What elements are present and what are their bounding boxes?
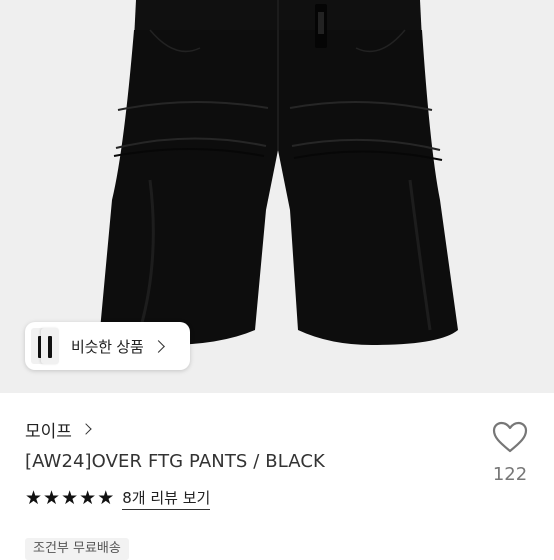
star-icon: ★ bbox=[61, 487, 79, 509]
shipping-badge: 조건부 무료배송 bbox=[25, 538, 129, 560]
similar-products-button[interactable]: 비슷한 상품 bbox=[25, 322, 190, 370]
chevron-right-icon bbox=[80, 423, 92, 435]
heart-icon bbox=[492, 421, 528, 453]
product-image[interactable]: 비슷한 상품 bbox=[0, 0, 554, 393]
reviews-link[interactable]: 8개 리뷰 보기 bbox=[122, 487, 211, 510]
rating-row: ★ ★ ★ ★ ★ 8개 리뷰 보기 bbox=[25, 486, 465, 510]
like-count: 122 bbox=[492, 464, 528, 485]
like-area: 122 bbox=[487, 420, 533, 485]
chevron-right-icon bbox=[151, 339, 165, 353]
similar-products-label: 비슷한 상품 bbox=[71, 337, 144, 356]
star-icon: ★ bbox=[79, 487, 97, 509]
product-info: 모이프 [AW24]OVER FTG PANTS / BLACK ★ ★ ★ ★… bbox=[25, 415, 465, 510]
brand-name: 모이프 bbox=[25, 421, 72, 442]
product-title: [AW24]OVER FTG PANTS / BLACK bbox=[25, 451, 325, 472]
rating-stars: ★ ★ ★ ★ ★ bbox=[25, 488, 114, 508]
brand-link[interactable]: 모이프 bbox=[25, 415, 465, 443]
like-button[interactable] bbox=[487, 420, 533, 458]
star-icon: ★ bbox=[43, 487, 61, 509]
star-icon: ★ bbox=[25, 487, 43, 509]
star-icon: ★ bbox=[97, 487, 115, 509]
similar-thumbnails bbox=[25, 322, 59, 370]
similar-thumbnail bbox=[41, 328, 59, 364]
